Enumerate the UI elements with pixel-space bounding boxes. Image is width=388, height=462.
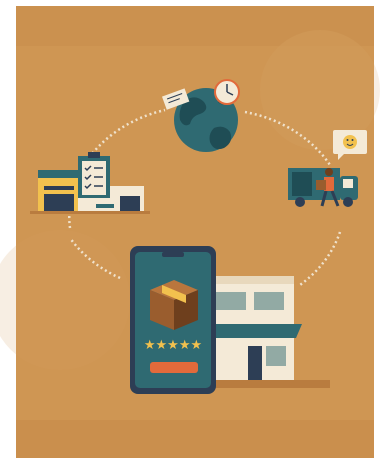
clock-icon: [214, 79, 240, 105]
rating-stars: ★★★★★: [144, 338, 202, 353]
package-box-icon: [150, 280, 198, 330]
supply-chain-illustration: ★★★★★: [0, 6, 380, 458]
order-button[interactable]: [150, 362, 198, 373]
clipboard-checklist-icon: [78, 152, 110, 198]
